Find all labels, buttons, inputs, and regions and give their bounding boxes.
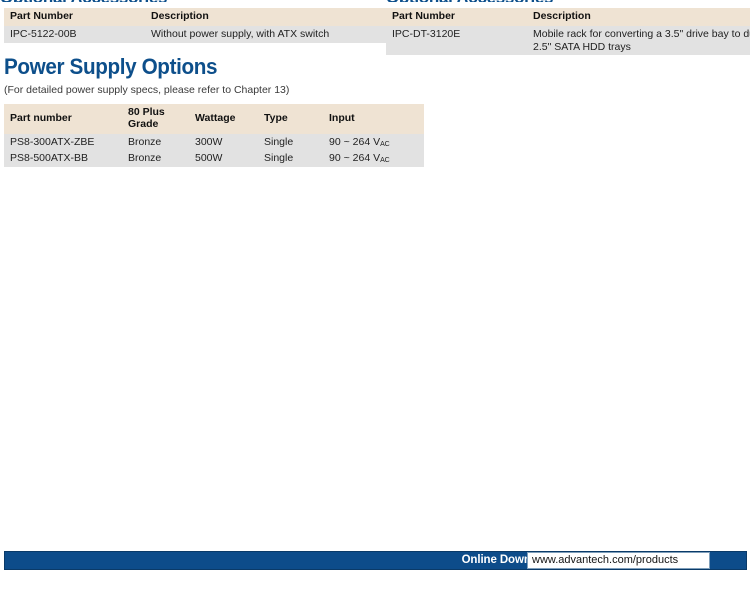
column-header-part-number: Part Number (386, 8, 527, 26)
column-header-description: Description (145, 8, 388, 26)
table-header-row: Part Number Description (4, 8, 388, 26)
cell-wattage: 300W (189, 133, 258, 151)
table-row: PS8-500ATX-BB Bronze 500W Single 90 ~ 26… (4, 150, 424, 168)
table-row: PS8-300ATX-ZBE Bronze 300W Single 90 ~ 2… (4, 133, 424, 151)
column-header-part-number: Part number (4, 104, 122, 134)
cell-grade: Bronze (122, 133, 189, 151)
cell-part-number: IPC-5122-00B (4, 25, 145, 43)
input-voltage-value: 90 ~ 264 V (329, 152, 381, 165)
section-note: (For detailed power supply specs, please… (4, 84, 290, 96)
table-row: IPC-5122-00B Without power supply, with … (4, 25, 388, 43)
cell-part-number: PS8-500ATX-BB (4, 150, 122, 168)
cell-type: Single (258, 150, 323, 168)
accessories-table-right: Part Number Description IPC-DT-3120E Mob… (386, 8, 750, 56)
grade-header-line-2: Grade (128, 117, 159, 130)
input-voltage-subscript: AC (380, 157, 390, 165)
page-title: Power Supply Options (4, 54, 218, 79)
cell-part-number: PS8-300ATX-ZBE (4, 133, 122, 151)
table-row: IPC-DT-3120E Mobile rack for converting … (386, 25, 750, 56)
column-header-80-plus-grade: 80 Plus Grade (122, 104, 189, 134)
grade-header-line-1: 80 Plus (128, 106, 165, 118)
input-voltage-subscript: AC (380, 140, 390, 148)
column-header-description: Description (527, 8, 750, 26)
clipped-heading-left: Optional Accessories (0, 0, 168, 2)
table-header-row: Part number 80 Plus Grade Wattage Type I… (4, 104, 424, 134)
cell-input: 90 ~ 264 VAC (323, 133, 424, 151)
cell-input: 90 ~ 264 VAC (323, 150, 424, 168)
cell-part-number: IPC-DT-3120E (386, 25, 527, 56)
column-header-wattage: Wattage (189, 104, 258, 134)
column-header-type: Type (258, 104, 323, 134)
power-supply-options-table: Part number 80 Plus Grade Wattage Type I… (4, 104, 424, 168)
online-download-url-text[interactable]: www.advantech.com/products (532, 554, 678, 567)
cell-description: Mobile rack for converting a 3.5" drive … (527, 25, 750, 56)
input-voltage-value: 90 ~ 264 V (329, 135, 381, 148)
clipped-heading-right: Optional Accessories (386, 0, 554, 2)
description-line-2: 2.5" SATA HDD trays (533, 40, 631, 53)
column-header-part-number: Part Number (4, 8, 145, 26)
cell-type: Single (258, 133, 323, 151)
column-header-input: Input (323, 104, 424, 134)
accessories-table-left: Part Number Description IPC-5122-00B Wit… (4, 8, 388, 43)
description-line-1: Mobile rack for converting a 3.5" drive … (533, 27, 750, 40)
clipped-section-heading: Optional Accessories Optional Accessorie… (0, 0, 750, 2)
cell-grade: Bronze (122, 150, 189, 168)
cell-description: Without power supply, with ATX switch (145, 25, 388, 43)
cell-wattage: 500W (189, 150, 258, 168)
table-header-row: Part Number Description (386, 8, 750, 26)
